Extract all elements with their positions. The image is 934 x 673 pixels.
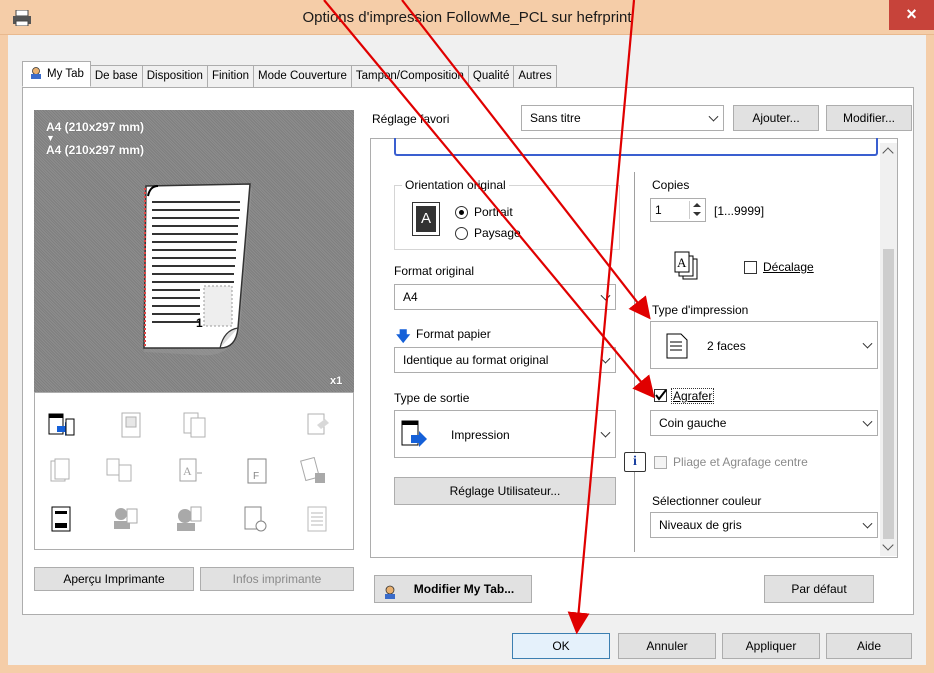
annotation-arrows xyxy=(323,0,655,635)
arrow-to-type-impression xyxy=(401,0,651,320)
tab-my-tab[interactable]: My Tab xyxy=(22,61,91,87)
tab-label: My Tab xyxy=(47,68,84,80)
user-icon xyxy=(29,64,43,79)
